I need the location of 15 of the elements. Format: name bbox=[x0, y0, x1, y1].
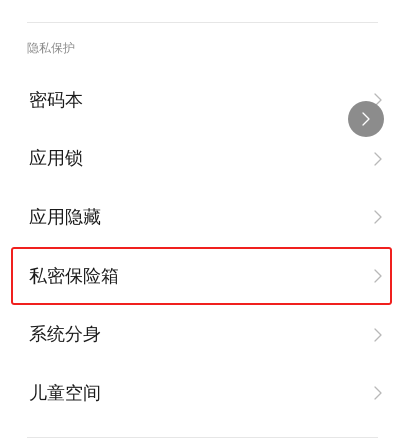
chevron-icon bbox=[374, 328, 382, 342]
chevron-icon bbox=[374, 269, 382, 284]
floating-button[interactable] bbox=[348, 101, 384, 137]
chevron-icon bbox=[374, 210, 382, 224]
chevron-icon bbox=[362, 112, 370, 126]
chevron-icon bbox=[374, 93, 382, 108]
settings-item[interactable]: 应用锁 bbox=[11, 130, 392, 188]
settings-item[interactable]: 儿童空间 bbox=[11, 364, 392, 423]
settings-item[interactable]: 私密保险箱 bbox=[11, 246, 392, 306]
chevron-icon bbox=[374, 386, 382, 400]
settings-item[interactable]: 应用隐藏 bbox=[11, 188, 392, 247]
settings-item[interactable]: 系统分身 bbox=[11, 305, 392, 364]
settings-item[interactable]: 密码本 bbox=[11, 71, 392, 130]
section-header: 隐私保护 bbox=[27, 40, 75, 57]
chevron-icon bbox=[374, 152, 382, 166]
